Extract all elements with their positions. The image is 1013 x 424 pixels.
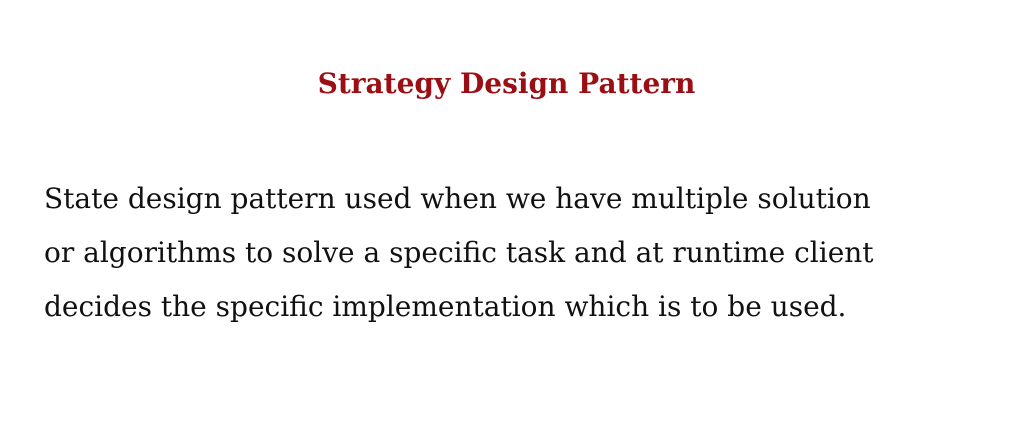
slide-title: Strategy Design Pattern [317, 67, 696, 100]
body-line-2: or algorithms to solve a specific task a… [44, 236, 874, 269]
slide-body: State design pattern used when we have m… [44, 172, 969, 334]
slide: Strategy Design Pattern State design pat… [0, 0, 1013, 424]
body-line-1: State design pattern used when we have m… [44, 182, 871, 215]
body-line-3: decides the specific implementation whic… [44, 290, 847, 323]
